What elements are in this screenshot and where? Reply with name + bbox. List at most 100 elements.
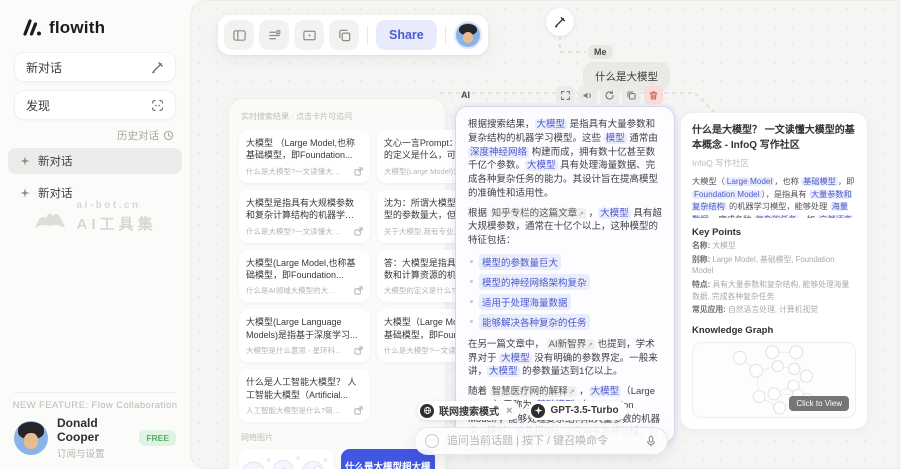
bullet-text[interactable]: 适用于处理海量数据 <box>479 294 571 310</box>
knowledge-graph-card[interactable]: Click to View <box>692 342 856 418</box>
search-mode-label: 联网搜索模式 <box>439 403 499 418</box>
source-link-chip[interactable]: AI新智界 <box>547 339 595 350</box>
result-card[interactable]: 大模型是指具有大规模参数和复杂计算结构的机器学习模... 什么是大模型?一文读懂… <box>239 190 370 243</box>
result-card-title: 什么是人工智能大模型？ 人工智能大模型（Artificial... <box>246 376 363 401</box>
model-icon <box>531 404 545 418</box>
key-point-label: 特点: <box>692 280 710 289</box>
result-card-title: 大模型 （Large Model,也称基础模型，即Foundation... <box>246 137 363 162</box>
reference-source: InfoQ 写作社区 <box>692 157 856 169</box>
result-card[interactable]: 大模型(Large Model,也称基础模型，即Foundation... 什么… <box>239 250 370 303</box>
external-link-icon <box>354 346 363 355</box>
ai-answer-panel[interactable]: 根据搜索结果，大模型 是指具有大量参数和复杂结构的机器学习模型。这些 模型 通常… <box>455 106 675 444</box>
bullet-dot-icon <box>470 260 473 263</box>
key-points-header: Key Points <box>692 227 856 238</box>
panel-icon <box>232 28 247 43</box>
reference-panel[interactable]: 什么是大模型？ 一文读懂大模型的基本概念 - InfoQ 写作社区 InfoQ … <box>680 112 868 430</box>
result-card-footer: 什么是AI领域大模型的大模型?... <box>246 285 363 296</box>
close-icon[interactable]: × <box>506 405 512 417</box>
toolbar-divider <box>445 26 446 44</box>
flow-canvas[interactable]: Share Me 什么是大模型 AI <box>190 0 900 469</box>
source-link-chip[interactable]: 智慧医疗网的解释 <box>490 386 577 397</box>
key-point-value: 具有大量参数和复杂结构, 能够处理海量数据, 完成各种复杂任务 <box>692 280 849 301</box>
conversation-title: 新对话 <box>38 185 73 201</box>
highlight-term: Foundation Model <box>692 190 762 199</box>
ai-label: AI <box>461 90 470 100</box>
external-link-icon <box>354 286 363 295</box>
duplicate-button[interactable] <box>329 20 359 50</box>
result-card[interactable]: 大模型 （Large Model,也称基础模型，即Foundation... 什… <box>239 130 370 183</box>
history-label-text: 历史对话 <box>117 128 159 143</box>
history-label: 历史对话 <box>117 128 174 143</box>
discover-icon <box>151 99 164 112</box>
toolbar-avatar[interactable] <box>454 21 482 49</box>
watermark-line1: ai-bot.cn <box>76 200 156 211</box>
result-card-source: 什么是大模型?一文读懂大模... <box>246 166 342 177</box>
result-card-title: 大模型(Large Language Models)是指基于深度学习... <box>246 316 363 341</box>
highlight-term: 大模型 <box>525 160 558 171</box>
steps-button[interactable] <box>259 20 289 50</box>
bullet-text[interactable]: 模型的参数量巨大 <box>479 254 561 270</box>
followup-input-bar[interactable] <box>414 427 668 455</box>
expand-button[interactable] <box>556 86 575 105</box>
answer-bullet: 模型的神经网络架构复杂 <box>470 274 662 290</box>
presentation-button[interactable] <box>294 20 324 50</box>
toolbar-divider <box>367 26 368 44</box>
user-settings-link[interactable]: 订阅与设置 <box>57 446 130 460</box>
key-point-label: 名称: <box>692 241 710 250</box>
click-to-view-button[interactable]: Click to View <box>789 396 849 411</box>
key-point-row: 别称: Large Model, 基础模型, Foundation Model <box>692 254 856 277</box>
regenerate-button[interactable] <box>600 86 619 105</box>
result-card[interactable]: 什么是人工智能大模型？ 人工智能大模型（Artificial... 人工智能大模… <box>239 369 370 422</box>
bullet-text[interactable]: 模型的神经网络架构复杂 <box>479 274 590 290</box>
highlight-term: 大模型 <box>598 208 631 219</box>
result-card[interactable]: 大模型(Large Language Models)是指基于深度学习... 大模… <box>239 309 370 362</box>
answer-bullet: 模型的参数量巨大 <box>470 254 662 270</box>
result-card-source: 什么是大模型?一文读懂大模型... <box>246 226 342 237</box>
voice-button[interactable] <box>578 86 597 105</box>
watermark: ai-bot.cn AI工具集 <box>0 200 190 234</box>
user-meta: Donald Cooper 订阅与设置 <box>57 416 130 460</box>
reference-title[interactable]: 什么是大模型？ 一文读懂大模型的基本概念 - InfoQ 写作社区 <box>692 124 856 153</box>
bubbles-thumbnail <box>239 449 334 469</box>
model-chip[interactable]: GPT-3.5-Turbo <box>528 401 626 420</box>
result-card-title: 大模型(Large Model,也称基础模型，即Foundation... <box>246 257 363 282</box>
sidebar-item-conversation[interactable]: 新对话 <box>8 148 182 174</box>
mic-button[interactable] <box>645 435 657 447</box>
key-point-row: 常见应用: 自然语言处理, 计算机视觉 <box>692 304 856 316</box>
user-profile[interactable]: Donald Cooper 订阅与设置 FREE <box>14 418 176 458</box>
key-points-list: 名称: 大模型 别称: Large Model, 基础模型, Foundatio… <box>692 238 856 316</box>
copy-icon <box>337 28 352 43</box>
result-card-footer: 什么是大模型?一文读懂大模型... <box>246 226 363 237</box>
share-button[interactable]: Share <box>376 20 437 50</box>
clock-icon <box>163 130 174 141</box>
followup-input[interactable] <box>447 435 637 447</box>
search-mode-chip[interactable]: 联网搜索模式 × <box>417 401 520 420</box>
sidebar: flowith 新对话 发现 历史对话 <box>0 0 190 469</box>
copy-icon <box>626 90 637 101</box>
me-label: Me <box>588 45 613 59</box>
plan-badge: FREE <box>139 430 176 446</box>
toggle-sidebar-button[interactable] <box>224 20 254 50</box>
bullet-text[interactable]: 能够解决各种复杂的任务 <box>479 314 590 330</box>
conversation-title: 新对话 <box>38 153 73 169</box>
image-result-bubbles[interactable] <box>239 449 334 469</box>
answer-paragraph: 根据 知乎专栏的这篇文章 ，大模型 具有超大规模参数，通常在十亿个以上，这种模型… <box>468 207 662 248</box>
new-chat-button[interactable]: 新对话 <box>14 52 176 82</box>
delete-button[interactable] <box>644 86 663 105</box>
highlight-term: 大模型 <box>499 353 532 364</box>
flow-node-button[interactable] <box>546 8 574 36</box>
source-link-chip[interactable]: 知乎专栏的这篇文章 <box>490 208 586 219</box>
watermark-logo-icon <box>33 204 67 230</box>
answer-bullet-list: 模型的参数量巨大 模型的神经网络架构复杂 适用于处理海量数据 <box>470 254 662 330</box>
answer-body: 根据搜索结果，大模型 是指具有大量参数和复杂结构的机器学习模型。这些 模型 通常… <box>468 118 662 444</box>
app-logo: flowith <box>22 18 105 38</box>
pen-icon <box>151 61 164 74</box>
highlight-term: 大模型 <box>589 386 622 397</box>
discover-button[interactable]: 发现 <box>14 90 176 120</box>
sidebar-divider <box>14 392 176 393</box>
copy-answer-button[interactable] <box>622 86 641 105</box>
image-results: 什么是大模型超大模型和 Foundation Model <box>239 449 435 469</box>
pen-icon <box>554 16 566 28</box>
highlight-term: 基础模型 <box>801 177 838 186</box>
bullet-dot-icon <box>470 280 473 283</box>
